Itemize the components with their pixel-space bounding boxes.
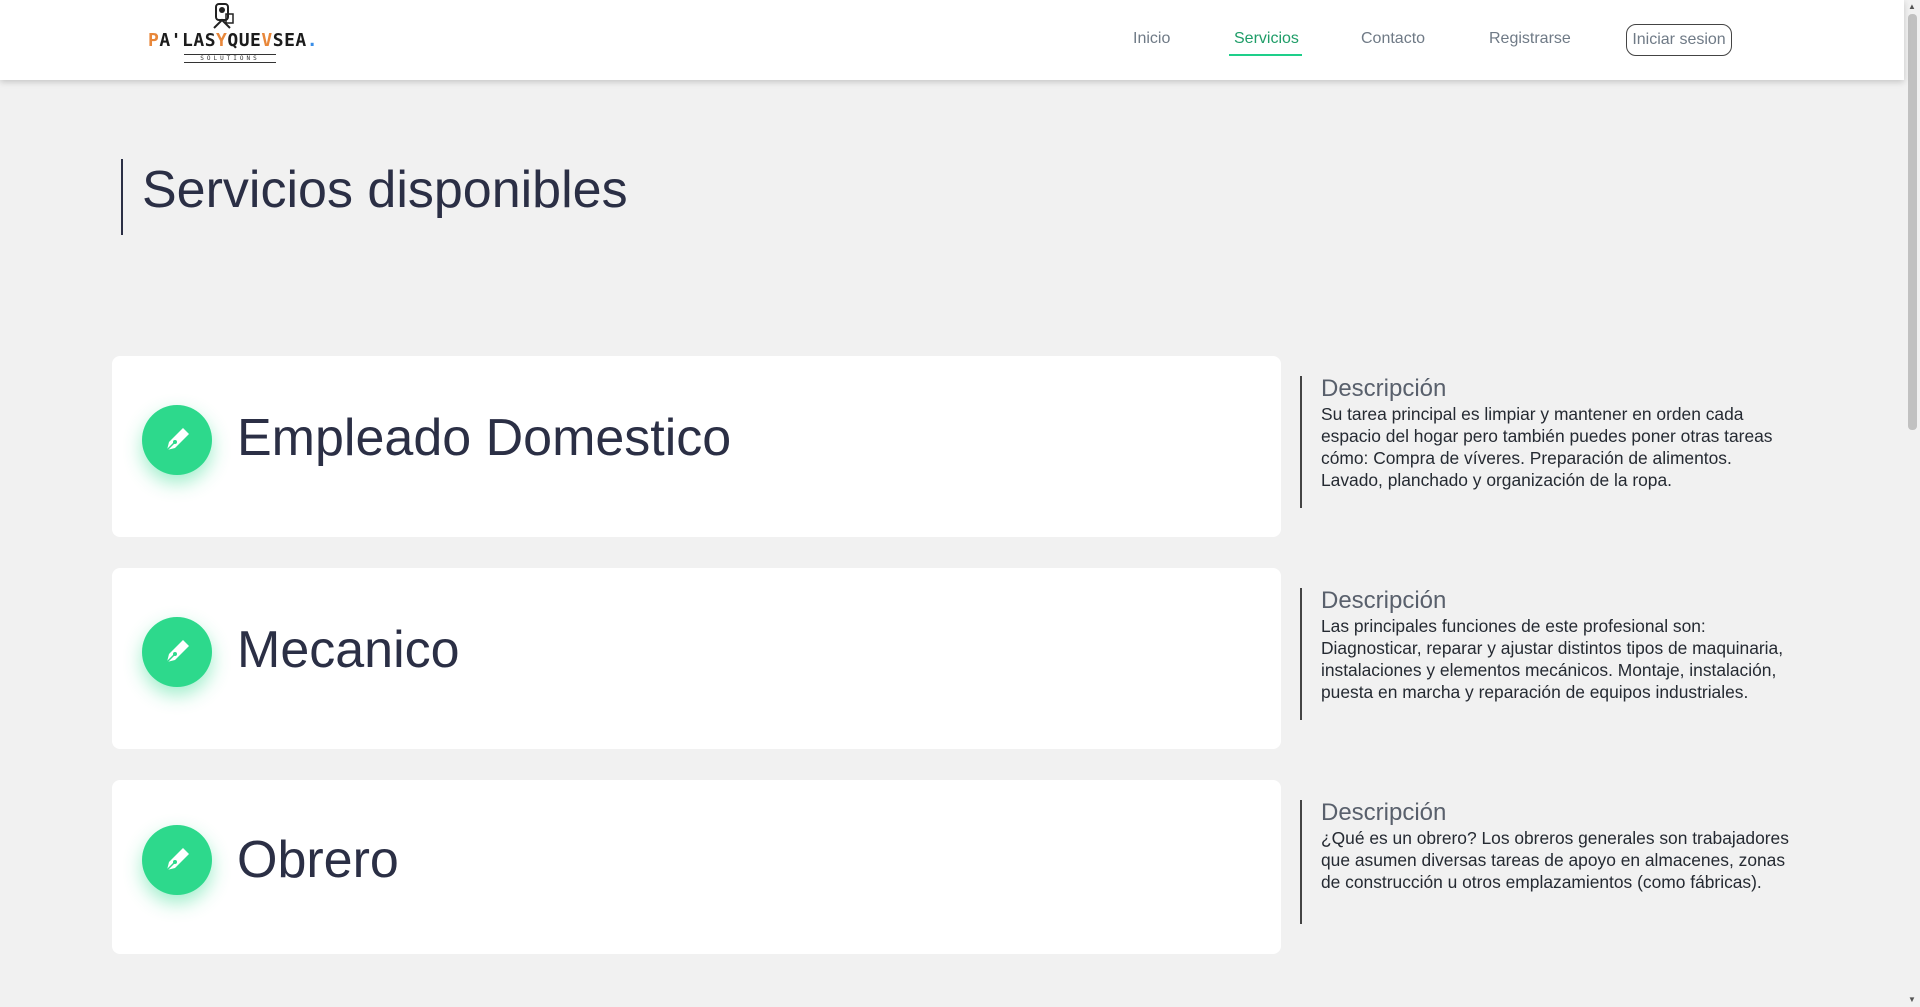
- service-description: Descripción ¿Qué es un obrero? Los obrer…: [1321, 799, 1811, 893]
- description-line: espacio del hogar pero también puedes po…: [1321, 426, 1773, 446]
- description-line: de construcción u otros emplazamientos (…: [1321, 872, 1762, 892]
- description-line: ¿Qué es un obrero? Los obreros generales…: [1321, 828, 1789, 848]
- service-card-empleado-domestico[interactable]: Empleado Domestico: [112, 356, 1281, 537]
- nav-contacto[interactable]: Contacto: [1361, 30, 1425, 48]
- service-title: Mecanico: [237, 621, 460, 679]
- nav-inicio[interactable]: Inicio: [1133, 30, 1170, 48]
- description-divider: [1300, 588, 1302, 720]
- description-line: Diagnosticar, reparar y ajustar distinto…: [1321, 638, 1784, 658]
- main-nav: Inicio Servicios Contacto Registrarse In…: [0, 24, 1904, 58]
- scroll-up-arrow-icon[interactable]: ▲: [1907, 2, 1917, 12]
- pen-nib-icon: [142, 405, 212, 475]
- description-heading: Descripción: [1321, 587, 1447, 614]
- service-title: Obrero: [237, 831, 399, 889]
- description-line: Su tarea principal es limpiar y mantener…: [1321, 404, 1744, 424]
- pen-nib-icon: [142, 617, 212, 687]
- pen-nib-icon: [142, 825, 212, 895]
- page-title: Servicios disponibles: [142, 161, 628, 219]
- service-description: Descripción Las principales funciones de…: [1321, 587, 1811, 703]
- top-navbar: PA'LASYQUEVSEA. SOLUTIONS Inicio Servici…: [0, 0, 1904, 80]
- description-line: instalaciones y elementos mecánicos. Mon…: [1321, 660, 1777, 680]
- description-heading: Descripción: [1321, 799, 1447, 826]
- description-divider: [1300, 800, 1302, 924]
- scroll-thumb[interactable]: [1908, 14, 1917, 430]
- nav-servicios[interactable]: Servicios: [1234, 30, 1299, 48]
- active-nav-underline: [1229, 54, 1302, 56]
- service-description: Descripción Su tarea principal es limpia…: [1321, 375, 1811, 491]
- description-line: que asumen diversas tareas de apoyo en a…: [1321, 850, 1786, 870]
- description-line: puesta en marcha y reparación de equipos…: [1321, 682, 1749, 702]
- service-card-mecanico[interactable]: Mecanico: [112, 568, 1281, 749]
- description-line: Las principales funciones de este profes…: [1321, 616, 1706, 636]
- service-card-obrero[interactable]: Obrero: [112, 780, 1281, 954]
- description-divider: [1300, 376, 1302, 508]
- login-button[interactable]: Iniciar sesion: [1626, 24, 1732, 56]
- vertical-scrollbar[interactable]: ▲ ▼: [1904, 0, 1920, 1007]
- description-line: Lavado, planchado y organización de la r…: [1321, 470, 1672, 490]
- service-title: Empleado Domestico: [237, 409, 732, 467]
- scroll-down-arrow-icon[interactable]: ▼: [1907, 995, 1917, 1005]
- title-accent-bar: [121, 159, 123, 235]
- description-line: cómo: Compra de víveres. Preparación de …: [1321, 448, 1732, 468]
- description-heading: Descripción: [1321, 375, 1447, 402]
- nav-registrarse[interactable]: Registrarse: [1489, 30, 1571, 48]
